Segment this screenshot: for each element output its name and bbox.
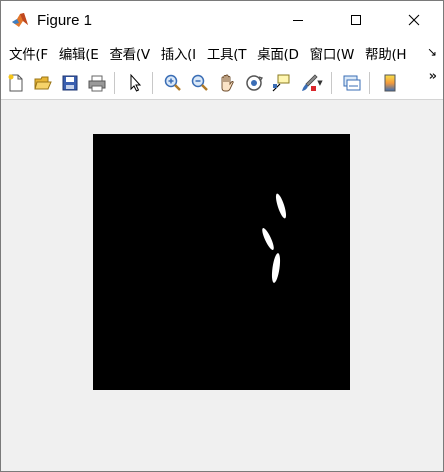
menu-help[interactable]: 帮助(H — [357, 43, 409, 63]
menu-file[interactable]: 文件(F — [1, 43, 51, 63]
figure-canvas — [1, 100, 443, 471]
pointer-icon — [130, 73, 142, 92]
image-axes[interactable] — [93, 134, 350, 390]
menu-view[interactable]: 查看(V — [101, 43, 152, 63]
window-title: Figure 1 — [37, 11, 93, 29]
minimize-button[interactable] — [269, 1, 327, 39]
pan-hand-icon — [221, 74, 234, 92]
data-cursor-button[interactable] — [269, 71, 293, 95]
zoom-in-icon — [164, 74, 181, 91]
pointer-button[interactable] — [123, 71, 147, 95]
toolbar-separator — [331, 72, 332, 94]
close-icon — [408, 14, 420, 26]
toolbar-overflow-icon[interactable]: » — [429, 69, 437, 84]
menu-bar: 文件(F 编辑(E 查看(V 插入(I 工具(T 桌面(D 窗口(W 帮助(H … — [1, 39, 443, 67]
new-figure-icon — [8, 74, 23, 92]
open-file-button[interactable] — [31, 71, 55, 95]
print-button[interactable] — [85, 71, 109, 95]
print-icon — [88, 75, 106, 92]
close-button[interactable] — [385, 1, 443, 39]
zoom-out-icon — [191, 74, 208, 91]
menu-window[interactable]: 窗口(W — [302, 43, 357, 63]
open-file-icon — [34, 76, 52, 90]
colorbar-icon — [384, 74, 396, 92]
rotate-3d-button[interactable] — [242, 71, 266, 95]
link-plot-button[interactable] — [340, 71, 364, 95]
menu-desktop[interactable]: 桌面(D — [249, 43, 301, 63]
maximize-button[interactable] — [327, 1, 385, 39]
image-background — [93, 134, 350, 390]
matlab-logo-icon — [11, 11, 29, 29]
maximize-icon — [351, 15, 361, 25]
toolbar-separator — [369, 72, 370, 94]
link-plot-icon — [343, 75, 361, 91]
toolbar-separator — [114, 72, 115, 94]
minimize-icon — [293, 20, 303, 21]
zoom-out-button[interactable] — [188, 71, 212, 95]
colorbar-button[interactable] — [378, 71, 402, 95]
rotate-3d-icon — [246, 75, 264, 91]
save-button[interactable] — [58, 71, 82, 95]
brush-button[interactable]: ▼ — [296, 71, 326, 95]
chevron-down-icon[interactable]: ▼ — [317, 79, 322, 87]
pan-button[interactable] — [215, 71, 239, 95]
toolbar-separator — [152, 72, 153, 94]
menu-tools[interactable]: 工具(T — [199, 43, 249, 63]
save-icon — [62, 75, 78, 91]
new-figure-button[interactable] — [4, 71, 28, 95]
menu-insert[interactable]: 插入(I — [153, 43, 199, 63]
figure-window: Figure 1 文件(F 编辑(E 查看(V 插入(I 工具(T 桌面(D 窗… — [0, 0, 444, 472]
zoom-in-button[interactable] — [161, 71, 185, 95]
menu-overflow-icon[interactable]: ↘ — [427, 45, 437, 59]
window-controls — [269, 1, 443, 39]
menu-edit[interactable]: 编辑(E — [51, 43, 102, 63]
data-cursor-icon — [272, 74, 290, 92]
brush-icon — [302, 74, 318, 91]
title-bar[interactable]: Figure 1 — [1, 1, 443, 39]
figure-toolbar: ▼ » — [1, 67, 443, 100]
